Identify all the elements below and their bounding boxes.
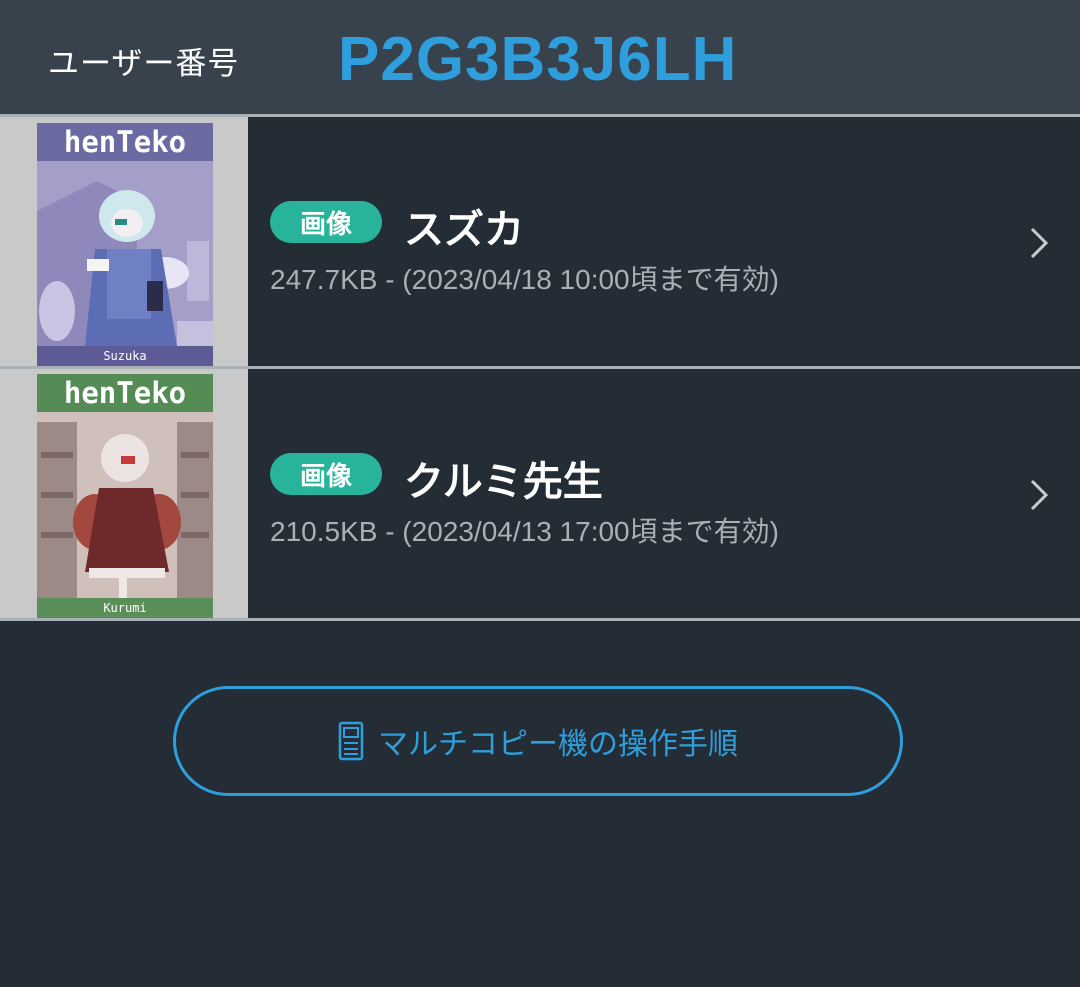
thumbnail-illustration: [37, 161, 213, 346]
file-meta: 210.5KB - (2023/04/13 17:00頃まで有効): [270, 516, 779, 547]
copier-instructions-label: マルチコピー機の操作手順: [378, 727, 738, 762]
file-title: スズカ: [404, 207, 524, 253]
thumbnail-illustration: [37, 412, 213, 598]
thumbnail-brand: henTeko: [37, 123, 213, 161]
file-title: クルミ先生: [404, 459, 603, 505]
file-type-badge: 画像: [270, 453, 382, 495]
user-number-label: ユーザー番号: [48, 46, 240, 82]
copier-instructions-button[interactable]: マルチコピー機の操作手順: [173, 686, 903, 796]
file-meta: 247.7KB - (2023/04/18 10:00頃まで有効): [270, 264, 779, 295]
thumbnail-image: henTeko Kurumi: [37, 374, 213, 618]
copier-icon: [338, 721, 364, 761]
thumbnail-art: [37, 161, 213, 346]
thumbnail-image: henTeko Suzuka: [37, 123, 213, 366]
chevron-right-icon[interactable]: [1026, 225, 1052, 261]
thumbnail-brand: henTeko: [37, 374, 213, 412]
thumbnail-frame: henTeko Suzuka: [0, 117, 248, 366]
header-bar: ユーザー番号 P2G3B3J6LH: [0, 0, 1080, 117]
user-number-value: P2G3B3J6LH: [338, 25, 738, 94]
thumbnail-caption: Suzuka: [37, 346, 213, 366]
file-row[interactable]: henTeko Kurumi 画像 クルミ先生 210.5KB - (2023/…: [0, 369, 1080, 621]
thumbnail-frame: henTeko Kurumi: [0, 369, 248, 618]
thumbnail-art: [37, 412, 213, 598]
file-row[interactable]: henTeko Suzuka 画像 スズカ 247.7KB - (2023/04…: [0, 117, 1080, 369]
file-type-badge: 画像: [270, 201, 382, 243]
thumbnail-caption: Kurumi: [37, 598, 213, 618]
chevron-right-icon[interactable]: [1026, 477, 1052, 513]
